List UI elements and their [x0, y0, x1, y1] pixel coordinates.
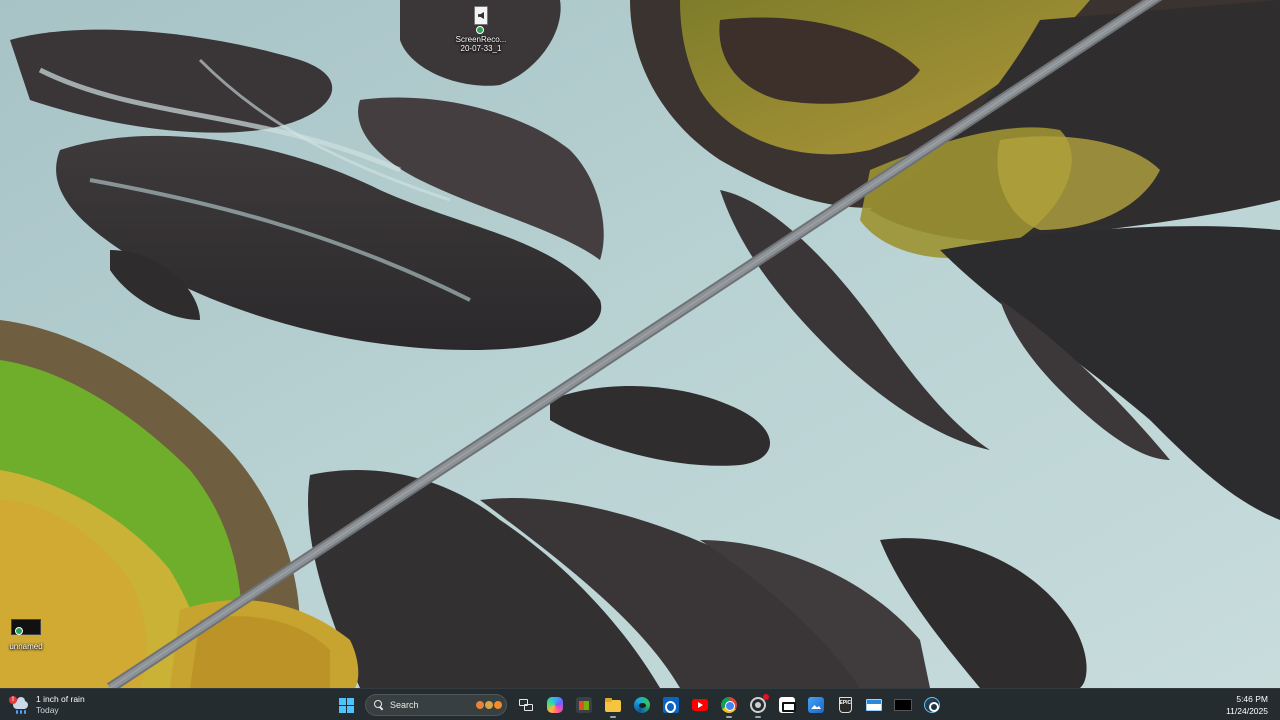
taskbar: ! 1 inch of rain Today Search EPIC 5:46 … — [0, 688, 1280, 720]
task-view-button[interactable] — [514, 693, 538, 717]
search-highlight-icon — [476, 701, 502, 709]
search-icon — [374, 700, 384, 710]
desktop-icon-label: unnamed — [9, 642, 43, 651]
outlook-icon — [663, 697, 679, 713]
recording-indicator-icon — [763, 694, 769, 700]
search-label: Search — [390, 700, 419, 710]
youtube-button[interactable] — [688, 693, 712, 717]
window-icon — [866, 699, 882, 711]
copilot-button[interactable] — [543, 693, 567, 717]
weather-subtitle: Today — [36, 705, 59, 715]
photos-icon — [808, 697, 824, 713]
desktop-wallpaper — [0, 0, 1280, 688]
youtube-icon — [692, 699, 708, 711]
desktop-icon-screenrecording[interactable]: ScreenReco... 20-07-33_1 — [449, 6, 513, 53]
edge-button[interactable] — [630, 693, 654, 717]
capcut-button[interactable] — [775, 693, 799, 717]
search-box[interactable]: Search — [365, 694, 507, 716]
folder-icon — [605, 698, 621, 712]
clock-time: 5:46 PM — [1236, 694, 1268, 704]
edge-icon — [634, 697, 650, 713]
weather-widget[interactable]: ! 1 inch of rain Today — [9, 692, 85, 718]
chrome-button[interactable] — [717, 693, 741, 718]
desktop-icon-label: ScreenReco... — [455, 35, 507, 44]
desktop-icon-label-line2: 20-07-33_1 — [460, 44, 502, 53]
steam-icon — [924, 697, 940, 713]
taskbar-apps: Search EPIC — [334, 692, 944, 718]
weather-alert-badge: ! — [9, 696, 17, 704]
sync-status-icon — [15, 627, 23, 635]
windows-logo-icon — [338, 697, 354, 713]
outlook-button[interactable] — [659, 693, 683, 717]
weather-title: 1 inch of rain — [36, 694, 85, 704]
window-app-button[interactable] — [862, 693, 886, 717]
epic-games-button[interactable]: EPIC — [833, 693, 857, 717]
microsoft-store-button[interactable] — [572, 693, 596, 717]
sync-status-icon — [476, 26, 484, 34]
system-clock[interactable]: 5:46 PM 11/24/2025 — [1226, 693, 1268, 717]
capcut-icon — [779, 697, 796, 713]
chrome-icon — [721, 697, 737, 713]
clock-date: 11/24/2025 — [1226, 706, 1268, 716]
epic-icon: EPIC — [838, 697, 852, 713]
black-app-icon — [894, 699, 912, 711]
task-view-icon — [518, 697, 534, 713]
steam-button[interactable] — [920, 693, 944, 717]
desktop-icon-unnamed[interactable]: unnamed — [0, 619, 58, 651]
copilot-icon — [547, 697, 563, 713]
rain-cloud-icon: ! — [9, 696, 30, 714]
black-app-button[interactable] — [891, 693, 915, 717]
start-button[interactable] — [334, 693, 358, 717]
store-icon — [576, 697, 592, 713]
file-explorer-button[interactable] — [601, 693, 625, 718]
photos-button[interactable] — [804, 693, 828, 717]
screen-recorder-button[interactable] — [746, 693, 770, 718]
audio-file-icon — [474, 6, 488, 25]
